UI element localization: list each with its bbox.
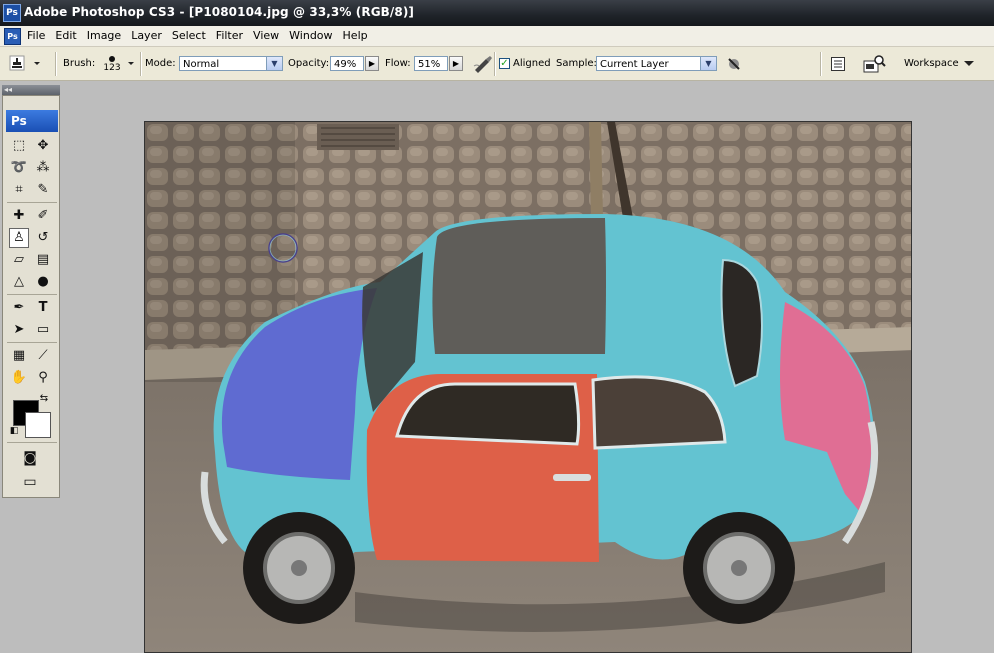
history-brush-tool[interactable]: ↺ [33,228,53,248]
window-title: Adobe Photoshop CS3 - [P1080104.jpg @ 33… [24,5,415,19]
background-color-swatch[interactable] [25,412,51,438]
menu-bar: Ps File Edit Image Layer Select Filter V… [0,26,994,47]
opacity-value: 49% [334,59,357,70]
flow-value: 51% [418,59,441,70]
crop-tool[interactable]: ⌗ [9,180,29,200]
document-canvas[interactable] [144,121,912,653]
screen-mode-button[interactable]: ▭ [20,472,40,492]
photoshop-app-icon[interactable]: Ps [3,4,21,22]
brush-label: Brush: [63,58,96,69]
menu-select[interactable]: Select [167,26,211,46]
sample-value: Current Layer [600,59,669,70]
eraser-tool[interactable]: ▱ [9,250,29,270]
sample-label: Sample: [556,58,597,69]
ignore-adjustment-icon [728,57,740,70]
slice-tool[interactable]: ✎ [33,180,53,200]
menu-file[interactable]: File [22,26,50,46]
default-colors-icon[interactable]: ◧ [7,424,21,438]
type-tool[interactable]: T [33,298,53,318]
brush-size: 123 [103,62,121,73]
opacity-input[interactable]: 49% [330,56,364,71]
menu-window[interactable]: Window [284,26,337,46]
menu-edit[interactable]: Edit [50,26,81,46]
healing-brush-tool[interactable]: ✚ [9,206,29,226]
menu-view[interactable]: View [248,26,284,46]
swap-colors-icon[interactable]: ⇆ [37,392,51,406]
options-bar: Brush: 123 Mode: Normal ▼ Opacity: 49% ▶… [0,47,994,81]
dodge-tool[interactable]: ● [33,272,53,292]
menu-items: File Edit Image Layer Select Filter View… [22,26,373,46]
opacity-slider-button[interactable]: ▶ [365,56,379,71]
menu-help[interactable]: Help [338,26,373,46]
aligned-checkbox[interactable]: ✓ [499,58,510,69]
move-tool[interactable]: ✥ [33,136,53,156]
brush-picker[interactable]: 123 [99,47,125,80]
photo-fiat-500 [145,122,911,652]
tools-palette-grip[interactable]: ◂◂ [2,85,60,95]
aligned-checkbox-group[interactable]: ✓ Aligned [499,47,551,80]
marquee-tool[interactable]: ⬚ [9,136,29,156]
flow-input[interactable]: 51% [414,56,448,71]
tools-palette: Ps ⬚ ✥ ➰ ⁂ ⌗ ✎ ✚ ✐ ♙ ↺ ▱ ▤ △ ● ✒ T ➤ ▭ ▦… [2,95,60,498]
mode-select[interactable]: Normal ▼ [179,56,283,71]
magic-wand-tool[interactable]: ⁂ [33,158,53,178]
notes-tool[interactable]: ▦ [9,346,29,366]
brush-tip-icon [109,55,115,62]
palette-well-button[interactable] [830,47,846,80]
menu-filter[interactable]: Filter [211,26,248,46]
blur-tool[interactable]: △ [9,272,29,292]
opacity-label: Opacity: [288,58,330,69]
brush-tool[interactable]: ✐ [33,206,53,226]
hand-tool[interactable]: ✋ [9,368,29,388]
airbrush-toggle[interactable] [472,47,494,80]
chevron-down-icon [963,60,974,66]
pen-tool[interactable]: ✒ [9,298,29,318]
ignore-adjustment-layers-toggle[interactable] [726,47,742,80]
title-bar: Ps Adobe Photoshop CS3 - [P1080104.jpg @… [0,0,994,26]
chevron-down-icon[interactable]: ▼ [700,57,716,70]
shape-tool[interactable]: ▭ [33,320,53,340]
zoom-tool[interactable]: ⚲ [33,368,53,388]
clone-stamp-tool[interactable]: ♙ [9,228,29,248]
mode-label: Mode: [145,58,176,69]
photoshop-logo[interactable]: Ps [6,110,58,132]
tool-preset-picker[interactable] [4,47,44,80]
quick-mask-button[interactable]: ◙ [20,448,40,468]
aligned-label: Aligned [513,58,551,69]
file-browser-icon [863,54,886,72]
flow-label: Flow: [385,58,411,69]
palette-well-icon [831,56,845,71]
menu-image[interactable]: Image [82,26,126,46]
workspace-menu[interactable]: Workspace [904,47,975,80]
eyedropper-tool[interactable]: ⟋ [33,346,53,366]
gradient-tool[interactable]: ▤ [33,250,53,270]
sample-select[interactable]: Current Layer ▼ [596,56,717,71]
mode-value: Normal [183,59,220,70]
brush-dropdown[interactable] [127,47,135,80]
chevron-down-icon[interactable]: ▼ [266,57,282,70]
stamp-icon [9,55,40,70]
chevron-down-icon [128,61,134,65]
path-selection-tool[interactable]: ➤ [9,320,29,340]
airbrush-icon [473,55,492,73]
workspace-label: Workspace [904,58,959,69]
menu-layer[interactable]: Layer [126,26,167,46]
document-icon[interactable]: Ps [4,28,21,45]
lasso-tool[interactable]: ➰ [9,158,29,178]
file-browser-button[interactable] [862,47,886,80]
flow-slider-button[interactable]: ▶ [449,56,463,71]
